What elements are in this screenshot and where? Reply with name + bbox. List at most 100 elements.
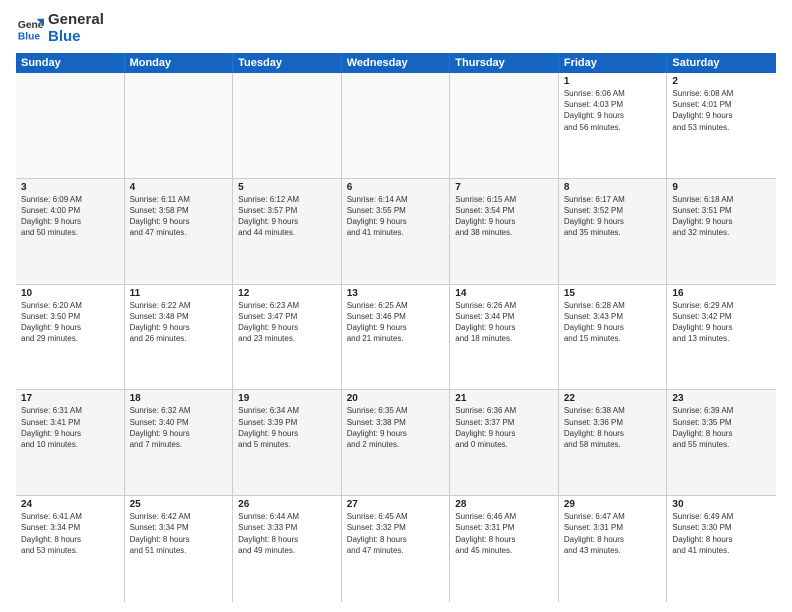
day-info-line: Sunrise: 6:20 AM: [21, 300, 119, 311]
day-info-line: Sunset: 3:43 PM: [564, 311, 662, 322]
day-info-line: Daylight: 9 hours: [672, 110, 771, 121]
day-info-line: and 38 minutes.: [455, 227, 553, 238]
calendar-day-16: 16Sunrise: 6:29 AMSunset: 3:42 PMDayligh…: [667, 285, 776, 390]
day-info-line: and 15 minutes.: [564, 333, 662, 344]
day-info-line: and 43 minutes.: [564, 545, 662, 556]
day-info-line: Daylight: 9 hours: [21, 322, 119, 333]
calendar-day-empty: [342, 73, 451, 178]
page: General Blue General Blue SundayMondayTu…: [0, 0, 792, 612]
day-info-line: and 45 minutes.: [455, 545, 553, 556]
day-info-line: Daylight: 8 hours: [672, 428, 771, 439]
day-info-line: Daylight: 9 hours: [564, 110, 662, 121]
day-info-line: Sunset: 3:55 PM: [347, 205, 445, 216]
day-info-line: Daylight: 9 hours: [238, 216, 336, 227]
day-info-line: Sunrise: 6:36 AM: [455, 405, 553, 416]
day-info-line: Sunset: 3:34 PM: [130, 522, 228, 533]
calendar-day-9: 9Sunrise: 6:18 AMSunset: 3:51 PMDaylight…: [667, 179, 776, 284]
day-info-line: Sunset: 3:51 PM: [672, 205, 771, 216]
calendar-week-4: 17Sunrise: 6:31 AMSunset: 3:41 PMDayligh…: [16, 390, 776, 496]
day-info-line: Sunset: 4:03 PM: [564, 99, 662, 110]
day-info-line: Sunrise: 6:25 AM: [347, 300, 445, 311]
day-number: 2: [672, 76, 771, 87]
calendar-header: SundayMondayTuesdayWednesdayThursdayFrid…: [16, 53, 776, 73]
calendar-day-empty: [16, 73, 125, 178]
day-number: 10: [21, 288, 119, 299]
day-info-line: Sunrise: 6:45 AM: [347, 511, 445, 522]
day-info-line: Daylight: 9 hours: [238, 322, 336, 333]
day-number: 6: [347, 182, 445, 193]
day-info-line: Sunset: 3:57 PM: [238, 205, 336, 216]
day-info-line: and 55 minutes.: [672, 439, 771, 450]
calendar-body: 1Sunrise: 6:06 AMSunset: 4:03 PMDaylight…: [16, 73, 776, 602]
day-info-line: Sunset: 3:31 PM: [455, 522, 553, 533]
day-number: 30: [672, 499, 771, 510]
calendar-week-2: 3Sunrise: 6:09 AMSunset: 4:00 PMDaylight…: [16, 179, 776, 285]
day-info-line: Daylight: 8 hours: [347, 534, 445, 545]
calendar-week-3: 10Sunrise: 6:20 AMSunset: 3:50 PMDayligh…: [16, 285, 776, 391]
day-number: 29: [564, 499, 662, 510]
day-number: 9: [672, 182, 771, 193]
calendar-day-1: 1Sunrise: 6:06 AMSunset: 4:03 PMDaylight…: [559, 73, 668, 178]
calendar-day-empty: [233, 73, 342, 178]
calendar-day-8: 8Sunrise: 6:17 AMSunset: 3:52 PMDaylight…: [559, 179, 668, 284]
logo-text-general: General: [48, 12, 104, 29]
header-day-saturday: Saturday: [667, 53, 776, 73]
day-info-line: Sunrise: 6:42 AM: [130, 511, 228, 522]
day-info-line: Daylight: 9 hours: [564, 216, 662, 227]
day-info-line: Sunrise: 6:14 AM: [347, 194, 445, 205]
day-info-line: Sunset: 3:50 PM: [21, 311, 119, 322]
day-info-line: Sunset: 3:40 PM: [130, 417, 228, 428]
calendar-day-10: 10Sunrise: 6:20 AMSunset: 3:50 PMDayligh…: [16, 285, 125, 390]
day-info-line: Sunset: 3:52 PM: [564, 205, 662, 216]
day-info-line: and 44 minutes.: [238, 227, 336, 238]
calendar-day-27: 27Sunrise: 6:45 AMSunset: 3:32 PMDayligh…: [342, 496, 451, 602]
calendar-day-17: 17Sunrise: 6:31 AMSunset: 3:41 PMDayligh…: [16, 390, 125, 495]
day-info-line: Sunrise: 6:26 AM: [455, 300, 553, 311]
day-number: 13: [347, 288, 445, 299]
header-day-wednesday: Wednesday: [342, 53, 451, 73]
calendar-day-18: 18Sunrise: 6:32 AMSunset: 3:40 PMDayligh…: [125, 390, 234, 495]
day-info-line: and 10 minutes.: [21, 439, 119, 450]
logo: General Blue General Blue: [16, 12, 104, 45]
day-info-line: Sunrise: 6:41 AM: [21, 511, 119, 522]
day-info-line: Sunset: 3:48 PM: [130, 311, 228, 322]
day-info-line: and 53 minutes.: [672, 122, 771, 133]
day-info-line: Sunrise: 6:17 AM: [564, 194, 662, 205]
day-info-line: Daylight: 9 hours: [21, 216, 119, 227]
day-info-line: Sunrise: 6:49 AM: [672, 511, 771, 522]
day-info-line: Sunrise: 6:11 AM: [130, 194, 228, 205]
header: General Blue General Blue: [16, 12, 776, 45]
day-info-line: Sunset: 4:01 PM: [672, 99, 771, 110]
day-info-line: and 47 minutes.: [130, 227, 228, 238]
calendar-day-20: 20Sunrise: 6:35 AMSunset: 3:38 PMDayligh…: [342, 390, 451, 495]
calendar-day-empty: [125, 73, 234, 178]
day-info-line: and 47 minutes.: [347, 545, 445, 556]
day-info-line: Sunrise: 6:23 AM: [238, 300, 336, 311]
calendar-day-22: 22Sunrise: 6:38 AMSunset: 3:36 PMDayligh…: [559, 390, 668, 495]
day-info-line: Sunset: 3:33 PM: [238, 522, 336, 533]
header-day-thursday: Thursday: [450, 53, 559, 73]
day-info-line: Sunrise: 6:06 AM: [564, 88, 662, 99]
day-info-line: and 49 minutes.: [238, 545, 336, 556]
day-info-line: and 7 minutes.: [130, 439, 228, 450]
day-info-line: and 0 minutes.: [455, 439, 553, 450]
day-info-line: Sunset: 3:38 PM: [347, 417, 445, 428]
day-info-line: and 23 minutes.: [238, 333, 336, 344]
day-info-line: and 50 minutes.: [21, 227, 119, 238]
day-info-line: Daylight: 8 hours: [21, 534, 119, 545]
day-info-line: and 13 minutes.: [672, 333, 771, 344]
day-info-line: Sunrise: 6:38 AM: [564, 405, 662, 416]
calendar-day-2: 2Sunrise: 6:08 AMSunset: 4:01 PMDaylight…: [667, 73, 776, 178]
day-number: 15: [564, 288, 662, 299]
day-number: 12: [238, 288, 336, 299]
day-info-line: Sunrise: 6:15 AM: [455, 194, 553, 205]
day-info-line: Sunrise: 6:18 AM: [672, 194, 771, 205]
day-number: 14: [455, 288, 553, 299]
svg-text:Blue: Blue: [18, 31, 41, 42]
calendar-week-5: 24Sunrise: 6:41 AMSunset: 3:34 PMDayligh…: [16, 496, 776, 602]
day-info-line: Daylight: 9 hours: [455, 216, 553, 227]
day-info-line: Sunset: 3:46 PM: [347, 311, 445, 322]
day-info-line: Daylight: 8 hours: [130, 534, 228, 545]
calendar-week-1: 1Sunrise: 6:06 AMSunset: 4:03 PMDaylight…: [16, 73, 776, 179]
day-info-line: Sunrise: 6:12 AM: [238, 194, 336, 205]
